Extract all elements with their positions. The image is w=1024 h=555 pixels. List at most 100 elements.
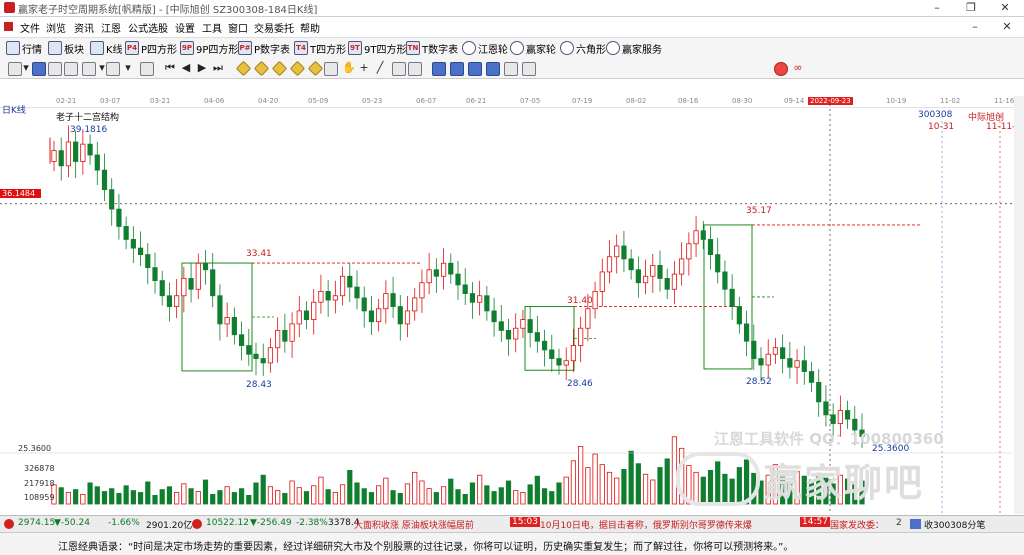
export-icon[interactable] bbox=[486, 62, 500, 76]
volume-bar bbox=[202, 479, 209, 505]
news-headline-2[interactable]: 10月10日电，据目击者称，俄罗斯别尔哥罗德传来爆 bbox=[540, 518, 752, 531]
child-close-button[interactable]: ✕ bbox=[992, 19, 1022, 35]
menu-formula[interactable]: 公式选股 bbox=[128, 20, 168, 35]
chevron-down-icon[interactable]: ▾ bbox=[122, 62, 134, 74]
text-tool-icon[interactable] bbox=[392, 62, 406, 76]
menu-gann[interactable]: 江恩 bbox=[101, 20, 121, 35]
candle-body bbox=[267, 347, 274, 364]
candle-body bbox=[101, 169, 108, 191]
toolbar-winner-wheel[interactable]: 赢家轮 bbox=[510, 41, 556, 56]
candle-icon[interactable] bbox=[82, 62, 96, 76]
crosshair-icon[interactable]: + bbox=[358, 62, 370, 74]
toolbar-p-table[interactable]: P# P数字表 bbox=[238, 41, 290, 56]
volume-bar bbox=[498, 487, 504, 505]
toolbar-t-square[interactable]: T4 T四方形 bbox=[294, 41, 346, 56]
menu-file[interactable]: 文件 bbox=[20, 20, 40, 35]
candle-body bbox=[628, 258, 634, 271]
toolbar-hexagon[interactable]: 六角形 bbox=[560, 41, 606, 56]
price-axis-label: 25.3600 bbox=[18, 444, 52, 453]
chevron-down-icon[interactable]: ▾ bbox=[20, 62, 32, 74]
menu-window[interactable]: 窗口 bbox=[228, 20, 248, 35]
main-toolbar: 行情 板块 K线 P4 P四方形 9P 9P四方形 P# P数字表 T4 T四方形 9T… bbox=[0, 37, 1024, 59]
menu-tools[interactable]: 工具 bbox=[202, 20, 222, 35]
volume-bar bbox=[426, 488, 432, 505]
candle-body bbox=[260, 358, 266, 364]
volume-bar bbox=[260, 474, 266, 505]
volume-bar bbox=[383, 477, 389, 505]
candle-body bbox=[137, 247, 144, 255]
period-icon[interactable] bbox=[106, 62, 120, 76]
volume-bar bbox=[109, 488, 115, 505]
toolbar-sectors[interactable]: 板块 bbox=[48, 41, 84, 56]
right-scrollbar[interactable] bbox=[1014, 96, 1024, 514]
volume-bar bbox=[549, 491, 555, 505]
candle-body bbox=[527, 319, 533, 333]
toolbar-kline[interactable]: K线 bbox=[90, 41, 123, 56]
line-tool-icon[interactable]: ╱ bbox=[374, 62, 386, 74]
ticker-label[interactable]: 收300308分笔 bbox=[924, 518, 985, 531]
last-icon[interactable]: ⏭ bbox=[212, 62, 224, 74]
candle-body bbox=[664, 278, 670, 290]
volume-bar bbox=[73, 489, 79, 505]
toolbar-9p-square[interactable]: 9P 9P四方形 bbox=[180, 41, 238, 56]
formula-icon[interactable] bbox=[32, 62, 46, 76]
chart-icon bbox=[48, 41, 62, 55]
toolbar-gann-wheel[interactable]: 江恩轮 bbox=[462, 41, 508, 56]
diamond-tool-2-icon[interactable] bbox=[253, 60, 270, 77]
time-cycle-icon[interactable] bbox=[140, 62, 154, 76]
next-icon[interactable]: ▶ bbox=[196, 62, 208, 74]
compare-icon[interactable] bbox=[64, 62, 78, 76]
infinity-icon[interactable]: ∞ bbox=[792, 62, 804, 74]
app-menu-icon[interactable] bbox=[4, 22, 13, 31]
prev-icon[interactable]: ◀ bbox=[180, 62, 192, 74]
menu-help[interactable]: 帮助 bbox=[300, 20, 320, 35]
volume-bar bbox=[101, 491, 108, 505]
settings-icon[interactable] bbox=[522, 62, 536, 76]
volume-axis-top: 326878 bbox=[24, 464, 55, 473]
candle-body bbox=[462, 284, 468, 294]
hand-icon[interactable]: ✋ bbox=[342, 62, 356, 74]
menu-news[interactable]: 资讯 bbox=[74, 20, 94, 35]
close-button[interactable]: ✕ bbox=[990, 0, 1020, 16]
box3-bottom-label: 28.52 bbox=[746, 377, 772, 387]
candle-body bbox=[419, 282, 425, 299]
volume-bar bbox=[635, 463, 641, 505]
news-headline-3[interactable]: 国家发改委： bbox=[830, 518, 884, 531]
volume-bar bbox=[296, 487, 302, 505]
menu-trade[interactable]: 交易委托 bbox=[254, 20, 294, 35]
toolbar-9t-square[interactable]: 9T 9T四方形 bbox=[348, 41, 406, 56]
page-indicator[interactable]: 2 bbox=[896, 518, 902, 528]
toolbar-quotes[interactable]: 行情 bbox=[6, 41, 42, 56]
child-minimize-button[interactable]: – bbox=[960, 19, 990, 35]
volume-bar bbox=[354, 482, 360, 505]
candle-body bbox=[231, 317, 237, 336]
stop-icon[interactable] bbox=[774, 62, 788, 76]
grid-tool-icon[interactable] bbox=[324, 62, 338, 76]
volume-bar bbox=[397, 493, 403, 505]
diamond-tool-3-icon[interactable] bbox=[271, 60, 288, 77]
status-bar: 2974.15 ▼-50.24 -1.66% 2901.20亿 10522.12… bbox=[0, 515, 1024, 532]
fibonacci-icon[interactable] bbox=[408, 62, 422, 76]
news-headline-1[interactable]: 大面积收涨 原油板块涨幅居前 bbox=[354, 518, 474, 531]
candle-body bbox=[830, 414, 836, 424]
diamond-tool-4-icon[interactable] bbox=[289, 60, 306, 77]
first-icon[interactable]: ⏮ bbox=[164, 62, 176, 74]
zoom-icon[interactable] bbox=[504, 62, 518, 76]
copy-icon[interactable] bbox=[468, 62, 482, 76]
indicator-icon[interactable] bbox=[48, 62, 62, 76]
toolbar-t-table[interactable]: TN T数字表 bbox=[406, 41, 458, 56]
candle-body bbox=[123, 226, 129, 240]
maximize-button[interactable]: ❐ bbox=[956, 0, 986, 16]
print-icon[interactable] bbox=[450, 62, 464, 76]
candle-body bbox=[224, 317, 230, 325]
toolbar-p-square[interactable]: P4 P四方形 bbox=[125, 41, 177, 56]
diamond-tool-1-icon[interactable] bbox=[235, 60, 252, 77]
toolbar-service[interactable]: 赢家服务 bbox=[606, 41, 662, 56]
menu-settings[interactable]: 设置 bbox=[175, 20, 195, 35]
diamond-tool-5-icon[interactable] bbox=[307, 60, 324, 77]
minimize-button[interactable]: – bbox=[922, 0, 952, 16]
window-title: 赢家老子时空周期系统[帆精版] - [中际旭创 SZ300308-184日K线] bbox=[18, 5, 318, 16]
candle-body bbox=[130, 239, 136, 249]
menu-browse[interactable]: 浏览 bbox=[46, 20, 66, 35]
save-icon[interactable] bbox=[432, 62, 446, 76]
